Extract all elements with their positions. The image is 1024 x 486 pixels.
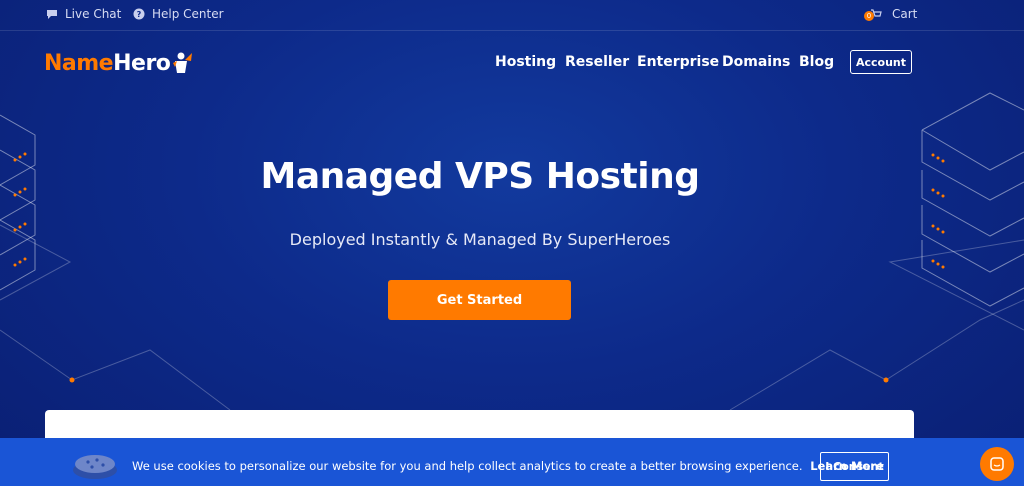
nav-item-blog[interactable]: Blog <box>799 54 834 70</box>
chat-widget-button[interactable] <box>980 447 1014 481</box>
cart-label: Cart <box>892 7 918 21</box>
cart-link[interactable]: Cart <box>870 7 917 21</box>
nav-item-domains[interactable]: Domains <box>722 54 790 70</box>
namehero-logo[interactable]: Name Hero <box>44 49 193 77</box>
question-circle-icon: ? <box>133 8 145 20</box>
chat-bubble-icon <box>47 10 57 19</box>
help-center-label: Help Center <box>152 7 224 21</box>
cookie-message: We use cookies to personalize our websit… <box>132 459 884 473</box>
live-chat-label: Live Chat <box>65 7 122 21</box>
help-center-link[interactable]: ? Help Center <box>133 7 224 21</box>
hero-title: Managed VPS Hosting <box>260 156 700 197</box>
cart-count-badge: 0 <box>864 11 874 21</box>
nav-item-reseller[interactable]: Reseller <box>565 54 629 70</box>
right-server-stack-icon <box>921 92 1024 307</box>
logo-hero-text: Hero <box>113 50 171 76</box>
chat-widget-icon <box>990 457 1004 471</box>
cookie-message-text: We use cookies to personalize our websit… <box>132 459 803 473</box>
nav-item-enterprise[interactable]: Enterprise <box>637 54 719 70</box>
cookie-icon <box>73 455 117 479</box>
hero-subtitle: Deployed Instantly & Managed By SuperHer… <box>289 230 671 249</box>
left-server-stack-icon <box>0 114 36 291</box>
top-utility-bar: Live Chat ? Help Center Cart 0 <box>0 0 1024 31</box>
get-started-button[interactable]: Get Started <box>388 280 571 320</box>
nav-item-hosting[interactable]: Hosting <box>495 54 556 70</box>
live-chat-link[interactable]: Live Chat <box>46 7 121 21</box>
account-button[interactable]: Account <box>850 50 912 74</box>
i-consent-button[interactable]: I Consent <box>820 452 889 481</box>
superhero-mascot-icon <box>173 52 193 73</box>
svg-text:?: ? <box>137 10 142 19</box>
logo-name-text: Name <box>44 50 114 76</box>
